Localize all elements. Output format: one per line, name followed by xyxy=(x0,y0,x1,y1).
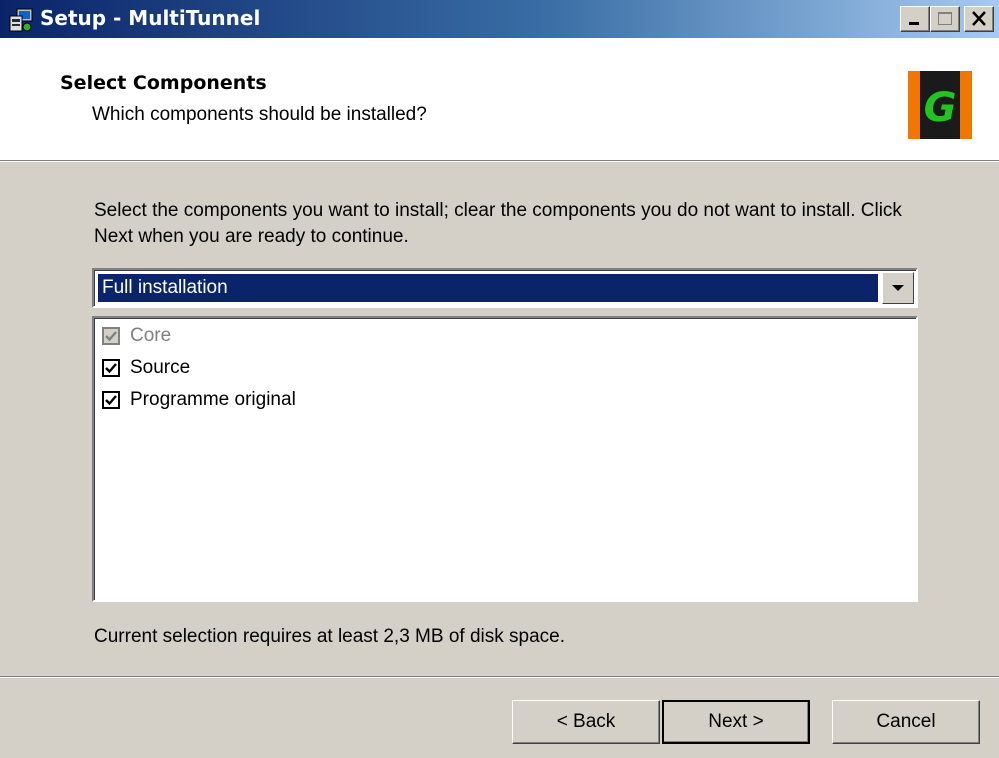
install-type-selected[interactable]: Full installation xyxy=(98,274,878,302)
close-button[interactable] xyxy=(964,6,994,32)
checkbox-source[interactable] xyxy=(102,359,120,377)
maximize-button[interactable] xyxy=(930,6,960,32)
header-separator xyxy=(0,160,999,162)
disk-space-requirement: Current selection requires at least 2,3 … xyxy=(94,626,566,647)
instructions-text: Select the components you want to instal… xyxy=(94,200,902,247)
logo-letter: G xyxy=(924,85,957,131)
title-bar[interactable]: Setup - MultiTunnel xyxy=(0,0,999,38)
wizard-header: Select Components Which components shoul… xyxy=(0,38,999,160)
page-title: Select Components xyxy=(60,72,267,94)
component-label: Source xyxy=(130,357,191,378)
minimize-button[interactable] xyxy=(900,6,930,32)
checkbox-core xyxy=(102,327,120,345)
component-label: Core xyxy=(130,325,172,346)
checkbox-programme-original[interactable] xyxy=(102,391,120,409)
setup-computer-icon[interactable] xyxy=(8,7,34,33)
footer-separator xyxy=(0,676,999,678)
back-button[interactable]: < Back xyxy=(512,700,660,744)
components-list[interactable]: Core Source Programme original xyxy=(92,316,918,602)
app-logo: G xyxy=(908,71,972,139)
page-subtitle: Which components should be installed? xyxy=(92,104,427,125)
component-label: Programme original xyxy=(130,389,296,410)
next-button[interactable]: Next > xyxy=(662,700,810,744)
cancel-button[interactable]: Cancel xyxy=(832,700,980,744)
install-type-dropdown[interactable]: Full installation xyxy=(92,268,918,308)
window-title: Setup - MultiTunnel xyxy=(40,6,261,30)
dropdown-button[interactable] xyxy=(882,272,914,304)
